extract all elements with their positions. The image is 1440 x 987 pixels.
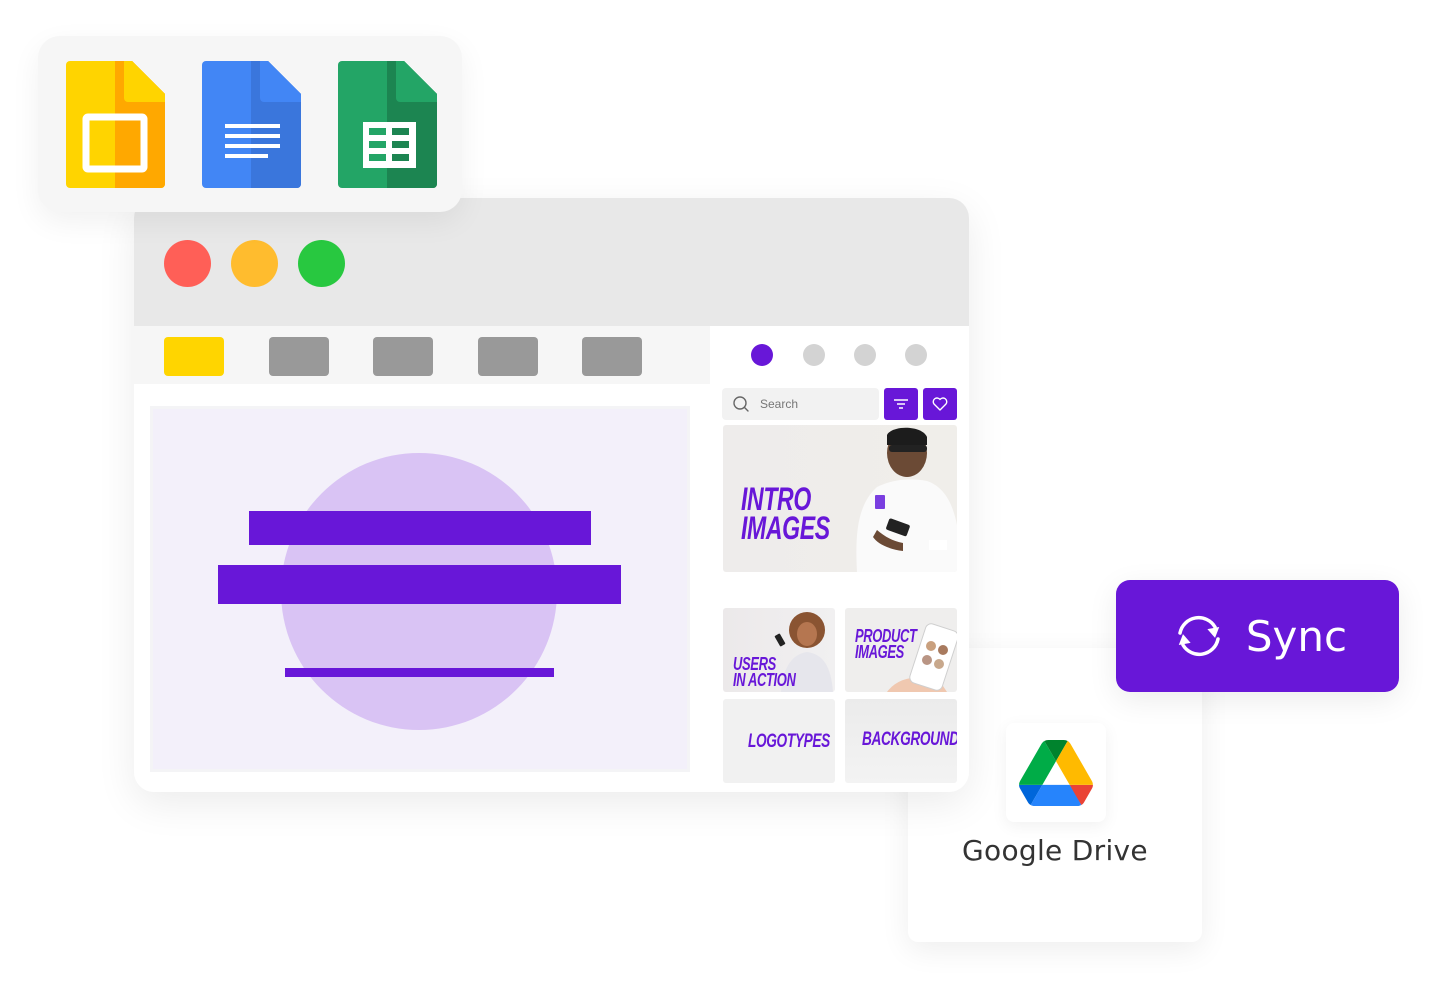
toolbar-tab-5[interactable] <box>582 337 642 376</box>
tile-label: Backgrounds <box>862 729 957 750</box>
toolbar-tab-2[interactable] <box>269 337 329 376</box>
close-window-button[interactable] <box>164 240 211 287</box>
slide-title-bar <box>249 511 591 545</box>
toolbar-tab-3[interactable] <box>373 337 433 376</box>
search-field[interactable] <box>722 388 879 420</box>
search-icon <box>733 396 749 412</box>
maximize-window-button[interactable] <box>298 240 345 287</box>
search-input[interactable] <box>760 397 870 411</box>
tile-label: Intro Images <box>741 481 830 546</box>
toolbar-tab-1[interactable] <box>164 337 224 376</box>
asset-tile-backgrounds[interactable]: Backgrounds <box>845 699 957 783</box>
asset-tile-intro-images[interactable]: Intro Images <box>723 425 957 572</box>
google-apps-card <box>38 36 462 212</box>
asset-tile-users-in-action[interactable]: Users In Action <box>723 608 835 692</box>
slide-heading-bar <box>218 565 621 604</box>
tile-label: Logotypes <box>748 731 830 752</box>
toolbar-tab-4[interactable] <box>478 337 538 376</box>
google-sheets-icon[interactable] <box>338 61 437 188</box>
slide-subtitle-bar <box>285 668 554 677</box>
pager-dot-2[interactable] <box>803 344 825 366</box>
asset-panel: Intro Images Users In Action <box>710 326 969 792</box>
tile-label: Product Images <box>855 626 917 663</box>
drive-icon-container <box>1006 723 1106 822</box>
asset-tile-product-images[interactable]: Product Images <box>845 608 957 692</box>
google-drive-icon <box>1019 739 1093 806</box>
title-bar <box>134 198 969 326</box>
asset-tile-logotypes[interactable]: Logotypes <box>723 699 835 783</box>
slide-preview[interactable] <box>150 406 690 772</box>
person-photo-image <box>856 427 957 572</box>
google-docs-icon[interactable] <box>202 61 301 188</box>
toolbar <box>134 326 710 384</box>
sync-button[interactable]: Sync <box>1116 580 1399 692</box>
filter-button[interactable] <box>884 388 918 420</box>
filter-icon <box>894 399 908 409</box>
tile-label: Users In Action <box>733 654 796 691</box>
app-window: Intro Images Users In Action <box>134 198 969 792</box>
pager-dot-4[interactable] <box>905 344 927 366</box>
favorites-button[interactable] <box>923 388 957 420</box>
minimize-window-button[interactable] <box>231 240 278 287</box>
sync-label: Sync <box>1245 611 1348 661</box>
heart-icon <box>932 397 948 411</box>
sync-icon <box>1178 615 1220 657</box>
canvas-area <box>134 384 710 792</box>
pager-dot-1[interactable] <box>751 344 773 366</box>
drive-label: Google Drive <box>962 834 1148 867</box>
google-slides-icon[interactable] <box>66 61 165 188</box>
pager-dot-3[interactable] <box>854 344 876 366</box>
